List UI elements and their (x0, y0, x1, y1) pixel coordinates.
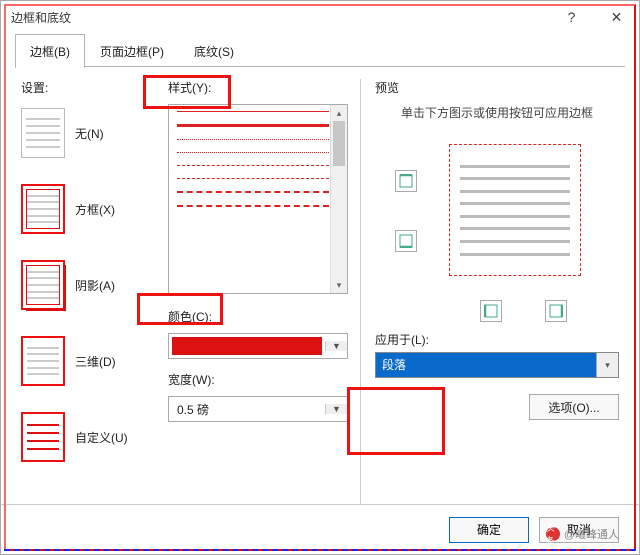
style-scrollbar[interactable]: ▴ ▾ (330, 105, 347, 293)
scroll-thumb[interactable] (333, 121, 345, 166)
dropdown-icon[interactable]: ▼ (325, 341, 347, 351)
color-combo[interactable]: ▼ (168, 333, 348, 359)
dropdown-icon[interactable]: ▼ (325, 404, 347, 414)
apply-to-combo[interactable]: 段落 ▾ (375, 352, 619, 378)
settings-column: 设置: 无(N) 方框(X) 阴影(A) (21, 79, 156, 504)
edge-top-button[interactable] (395, 170, 417, 192)
scroll-down-icon[interactable]: ▾ (331, 277, 347, 293)
width-value: 0.5 磅 (169, 401, 325, 418)
apply-to-value: 段落 (376, 353, 596, 377)
width-label: 宽度(W): (168, 371, 348, 388)
style-column: 样式(Y): ▴ ▾ 颜色(C): ▼ (168, 79, 348, 504)
dialog-body: 设置: 无(N) 方框(X) 阴影(A) (1, 67, 639, 504)
watermark-text: @曦峰通人 (564, 526, 619, 542)
preview-label: 预览 (375, 79, 619, 96)
edge-right-button[interactable] (545, 300, 567, 322)
thumb-3d-icon (21, 336, 65, 386)
setting-3d[interactable]: 三维(D) (21, 336, 156, 386)
edge-left-button[interactable] (480, 300, 502, 322)
watermark-icon: 头条 (546, 527, 560, 541)
width-combo[interactable]: 0.5 磅 ▼ (168, 396, 348, 422)
apply-to-label: 应用于(L): (375, 331, 619, 348)
watermark: 头条 @曦峰通人 (546, 526, 619, 542)
scroll-up-icon[interactable]: ▴ (331, 105, 347, 121)
preview-column: 预览 单击下方图示或使用按钮可应用边框 (360, 79, 619, 504)
tab-borders[interactable]: 边框(B) (15, 34, 85, 68)
options-button[interactable]: 选项(O)... (529, 394, 619, 420)
apply-to-row: 应用于(L): 段落 ▾ (375, 331, 619, 378)
preview-page[interactable] (450, 145, 580, 275)
borders-shading-dialog: 边框和底纹 ? ✕ 边框(B) 页面边框(P) 底纹(S) 设置: 无(N) 方… (0, 0, 640, 555)
preview-area (375, 135, 619, 325)
style-label: 样式(Y): (168, 79, 348, 96)
color-swatch (172, 337, 322, 355)
color-label: 颜色(C): (168, 308, 348, 325)
edge-bottom-button[interactable] (395, 230, 417, 252)
style-listbox[interactable]: ▴ ▾ (168, 104, 348, 294)
preview-message: 单击下方图示或使用按钮可应用边框 (375, 104, 619, 123)
dropdown-icon[interactable]: ▾ (596, 353, 618, 377)
